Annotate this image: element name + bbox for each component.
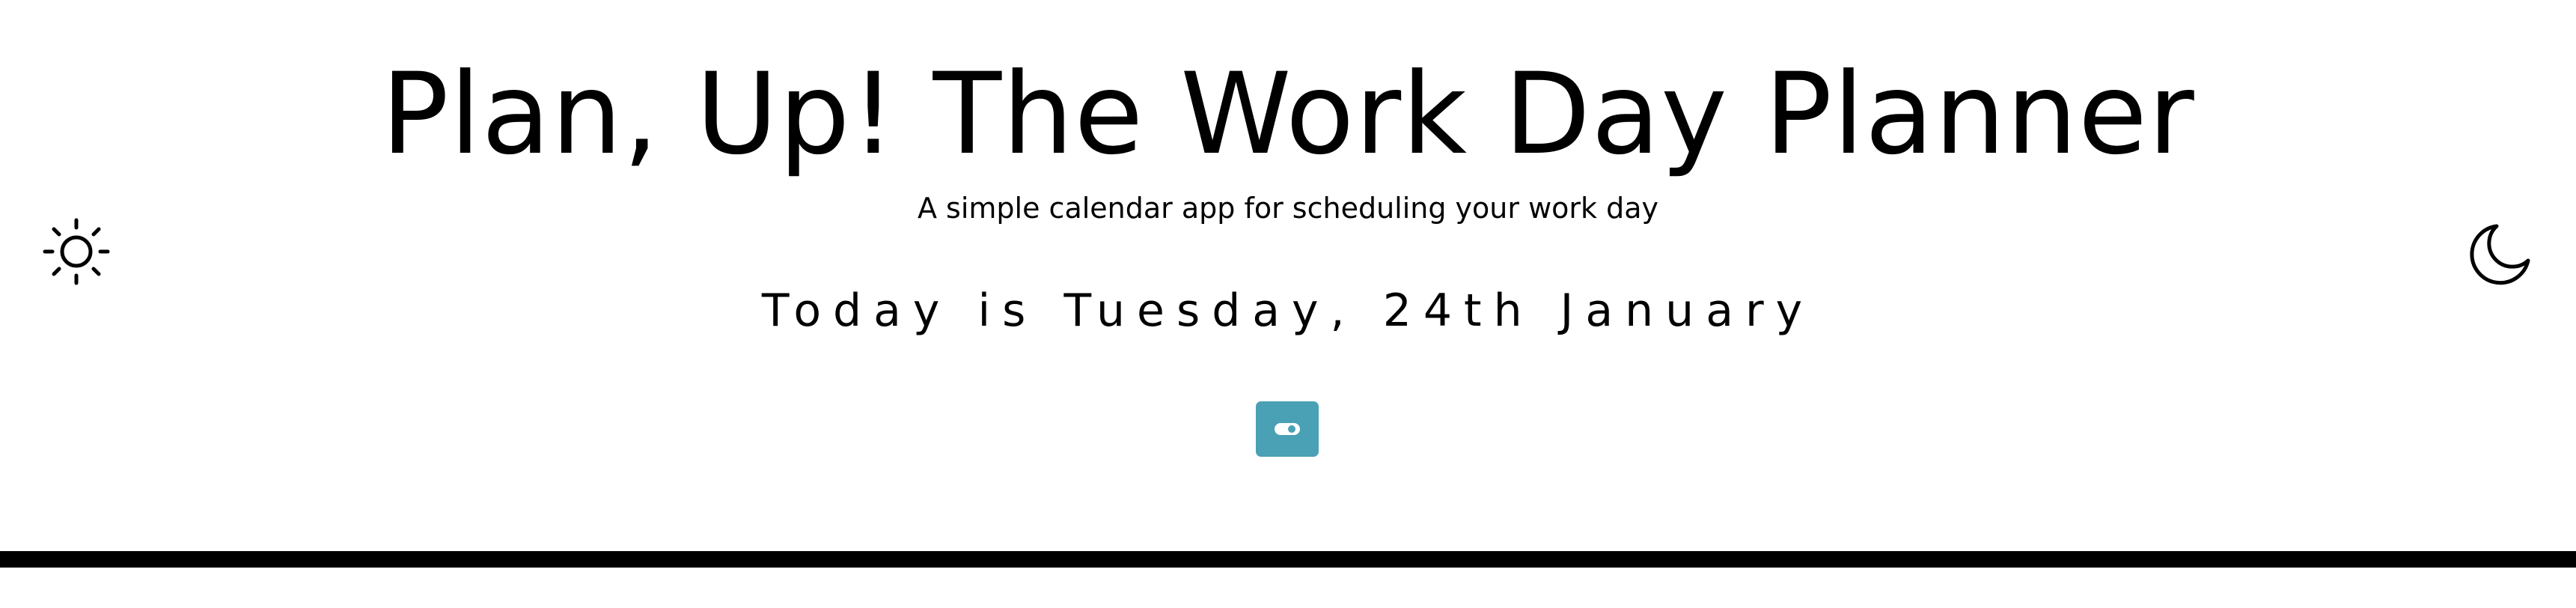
toggle-switch-icon — [1275, 423, 1300, 435]
page-title: Plan, Up! The Work Day Planner — [381, 49, 2195, 180]
header-divider — [0, 551, 2576, 568]
theme-toggle-button[interactable] — [1256, 401, 1319, 457]
page-subtitle: A simple calendar app for scheduling you… — [917, 192, 1659, 225]
page-header: Plan, Up! The Work Day Planner A simple … — [0, 0, 2576, 554]
sun-icon — [43, 218, 110, 285]
current-date: Today is Tuesday, 24th January — [761, 285, 1815, 337]
moon-icon — [2470, 224, 2530, 285]
